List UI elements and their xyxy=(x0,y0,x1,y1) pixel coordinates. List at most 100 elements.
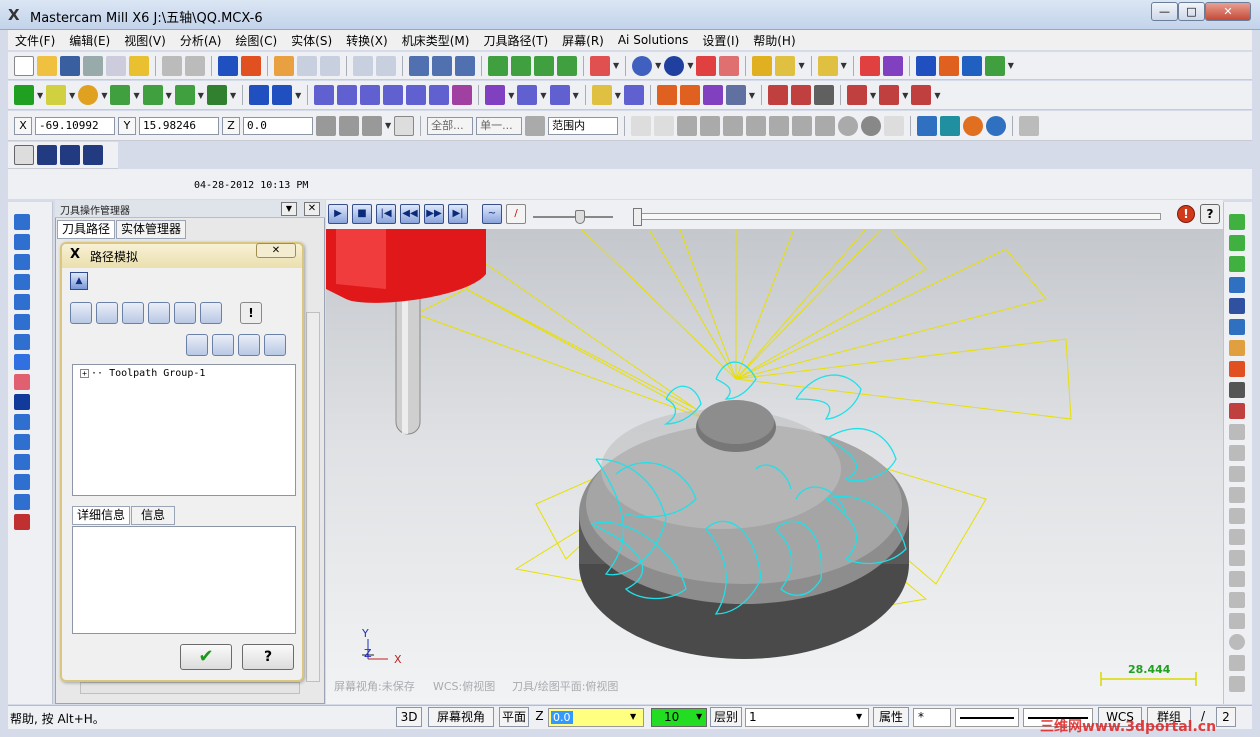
arrow-icon[interactable] xyxy=(549,85,570,105)
fast-point-icon[interactable] xyxy=(316,115,336,136)
stop-gray-icon[interactable] xyxy=(1229,634,1245,650)
menu-settings[interactable]: 设置(I) xyxy=(695,32,746,49)
select-all-button[interactable]: 全部... xyxy=(427,116,474,135)
offset-icon[interactable] xyxy=(406,85,427,105)
chevron-down-icon[interactable]: ▼ xyxy=(540,91,546,100)
fillet-icon[interactable] xyxy=(110,85,131,105)
rotate-icon[interactable] xyxy=(337,85,358,105)
forward-end-icon[interactable]: ▶| xyxy=(448,204,468,224)
hex-icon[interactable] xyxy=(1229,592,1245,608)
edit-view-icon[interactable] xyxy=(1229,340,1245,356)
solid-shade-icon[interactable] xyxy=(696,55,717,76)
circle-icon[interactable] xyxy=(78,85,99,105)
help-button[interactable]: ? xyxy=(242,644,294,670)
point-icon[interactable] xyxy=(14,85,34,105)
face-select-icon[interactable] xyxy=(700,115,721,136)
plane-button[interactable]: 平面 xyxy=(499,707,529,727)
clear-color-icon[interactable] xyxy=(409,55,429,76)
display-holder-icon[interactable] xyxy=(122,302,144,324)
manager-h-scrollbar[interactable] xyxy=(80,682,300,694)
menu-analyze[interactable]: 分析(A) xyxy=(173,32,229,49)
save-geometry-icon[interactable] xyxy=(264,334,286,356)
shell-icon[interactable] xyxy=(14,354,30,370)
view-cube-right-icon[interactable] xyxy=(1229,256,1245,272)
cplane-icon[interactable] xyxy=(590,55,610,76)
no-icon[interactable] xyxy=(838,115,859,136)
break-icon[interactable] xyxy=(272,85,293,105)
chevron-down-icon[interactable]: ▼ xyxy=(798,61,804,70)
print-icon[interactable] xyxy=(83,55,103,76)
grid-color-icon[interactable] xyxy=(1229,361,1245,377)
array-icon[interactable] xyxy=(429,85,450,105)
table-icon[interactable] xyxy=(656,85,677,105)
fillet-solid-icon[interactable] xyxy=(14,314,30,330)
chamfer-gray-icon[interactable] xyxy=(1229,613,1245,629)
blue-ball-icon[interactable] xyxy=(986,115,1007,136)
undo-icon[interactable] xyxy=(162,55,182,76)
progress-slider-thumb[interactable] xyxy=(633,208,642,226)
circle-mill-icon[interactable] xyxy=(1229,571,1245,587)
mastercam-small-icon[interactable] xyxy=(1229,382,1245,398)
pan-icon[interactable] xyxy=(218,55,238,76)
chevron-down-icon[interactable]: ▼ xyxy=(856,712,862,721)
contour-icon[interactable] xyxy=(1229,424,1245,440)
step-back-icon[interactable]: ◀◀ xyxy=(400,204,420,224)
select-range-dropdown[interactable]: 范围内 xyxy=(548,116,619,135)
check-icon[interactable] xyxy=(815,115,836,136)
play-icon[interactable]: ▶ xyxy=(328,204,348,224)
view-cube-top-icon[interactable] xyxy=(1229,214,1245,230)
maximize-button[interactable]: □ xyxy=(1178,2,1205,21)
chamfer-icon[interactable] xyxy=(142,85,163,105)
face-icon[interactable] xyxy=(1229,466,1245,482)
back-icon[interactable] xyxy=(792,115,813,136)
stock-view-icon[interactable] xyxy=(37,145,57,165)
view-side-icon[interactable] xyxy=(534,55,554,76)
chevron-down-icon[interactable]: ▼ xyxy=(573,91,579,100)
collapse-up-icon[interactable]: ▲ xyxy=(70,272,88,290)
solid-select-icon[interactable] xyxy=(677,115,698,136)
view-cube-iso-icon[interactable] xyxy=(1229,277,1245,293)
mesh-icon[interactable] xyxy=(814,85,835,105)
stretch-icon[interactable] xyxy=(452,85,473,105)
menu-create[interactable]: 绘图(C) xyxy=(228,32,284,49)
manager-close-button[interactable]: ✕ xyxy=(304,202,320,216)
run-path-icon[interactable] xyxy=(186,334,208,356)
screen-view-button[interactable]: 屏幕视角 xyxy=(428,707,494,727)
tab-solids-manager[interactable]: 实体管理器 xyxy=(116,220,186,239)
view-front-icon[interactable] xyxy=(511,55,531,76)
save-icon[interactable] xyxy=(60,55,80,76)
rectangle-icon[interactable] xyxy=(174,85,195,105)
level-dropdown[interactable]: 1 xyxy=(745,708,869,727)
zoom-in-icon[interactable] xyxy=(320,55,340,76)
draft-icon[interactable] xyxy=(14,454,30,470)
pocket-icon[interactable] xyxy=(1229,445,1245,461)
chevron-down-icon[interactable]: ▼ xyxy=(630,712,636,721)
chevron-down-icon[interactable]: ▼ xyxy=(902,91,908,100)
grid-icon[interactable] xyxy=(517,85,538,105)
level-button[interactable]: 层别 xyxy=(710,707,742,727)
select-single-button[interactable]: 单一... xyxy=(476,116,523,135)
z-coord-input[interactable]: 0.0 xyxy=(243,116,313,135)
chevron-down-icon[interactable]: ▼ xyxy=(615,91,621,100)
shaded-icon[interactable] xyxy=(664,55,685,76)
body-select-icon[interactable] xyxy=(746,115,767,136)
step-mode-icon[interactable]: / xyxy=(506,204,526,224)
speed-slider-track[interactable] xyxy=(533,216,613,218)
boolean-icon[interactable] xyxy=(14,394,30,410)
display-tool-icon[interactable] xyxy=(96,302,118,324)
cylinder-icon[interactable] xyxy=(206,85,227,105)
line-icon[interactable] xyxy=(46,85,67,105)
sigma-icon[interactable] xyxy=(961,55,982,76)
select-mode-icon[interactable] xyxy=(525,115,546,136)
tools-icon[interactable] xyxy=(1019,115,1040,136)
lamp-icon[interactable] xyxy=(591,85,612,105)
tab-details[interactable]: 详细信息 xyxy=(72,506,130,525)
progress-slider-track[interactable] xyxy=(641,213,1161,220)
surface-fillet-icon[interactable] xyxy=(791,85,812,105)
stop-conditions-icon[interactable]: ! xyxy=(1177,205,1195,223)
menu-file[interactable]: 文件(F) xyxy=(8,32,62,49)
dimension-icon[interactable] xyxy=(915,55,936,76)
trim-solid-icon[interactable] xyxy=(14,374,30,390)
dialog-close-button[interactable]: ✕ xyxy=(256,243,296,258)
thicken-icon[interactable] xyxy=(14,414,30,430)
